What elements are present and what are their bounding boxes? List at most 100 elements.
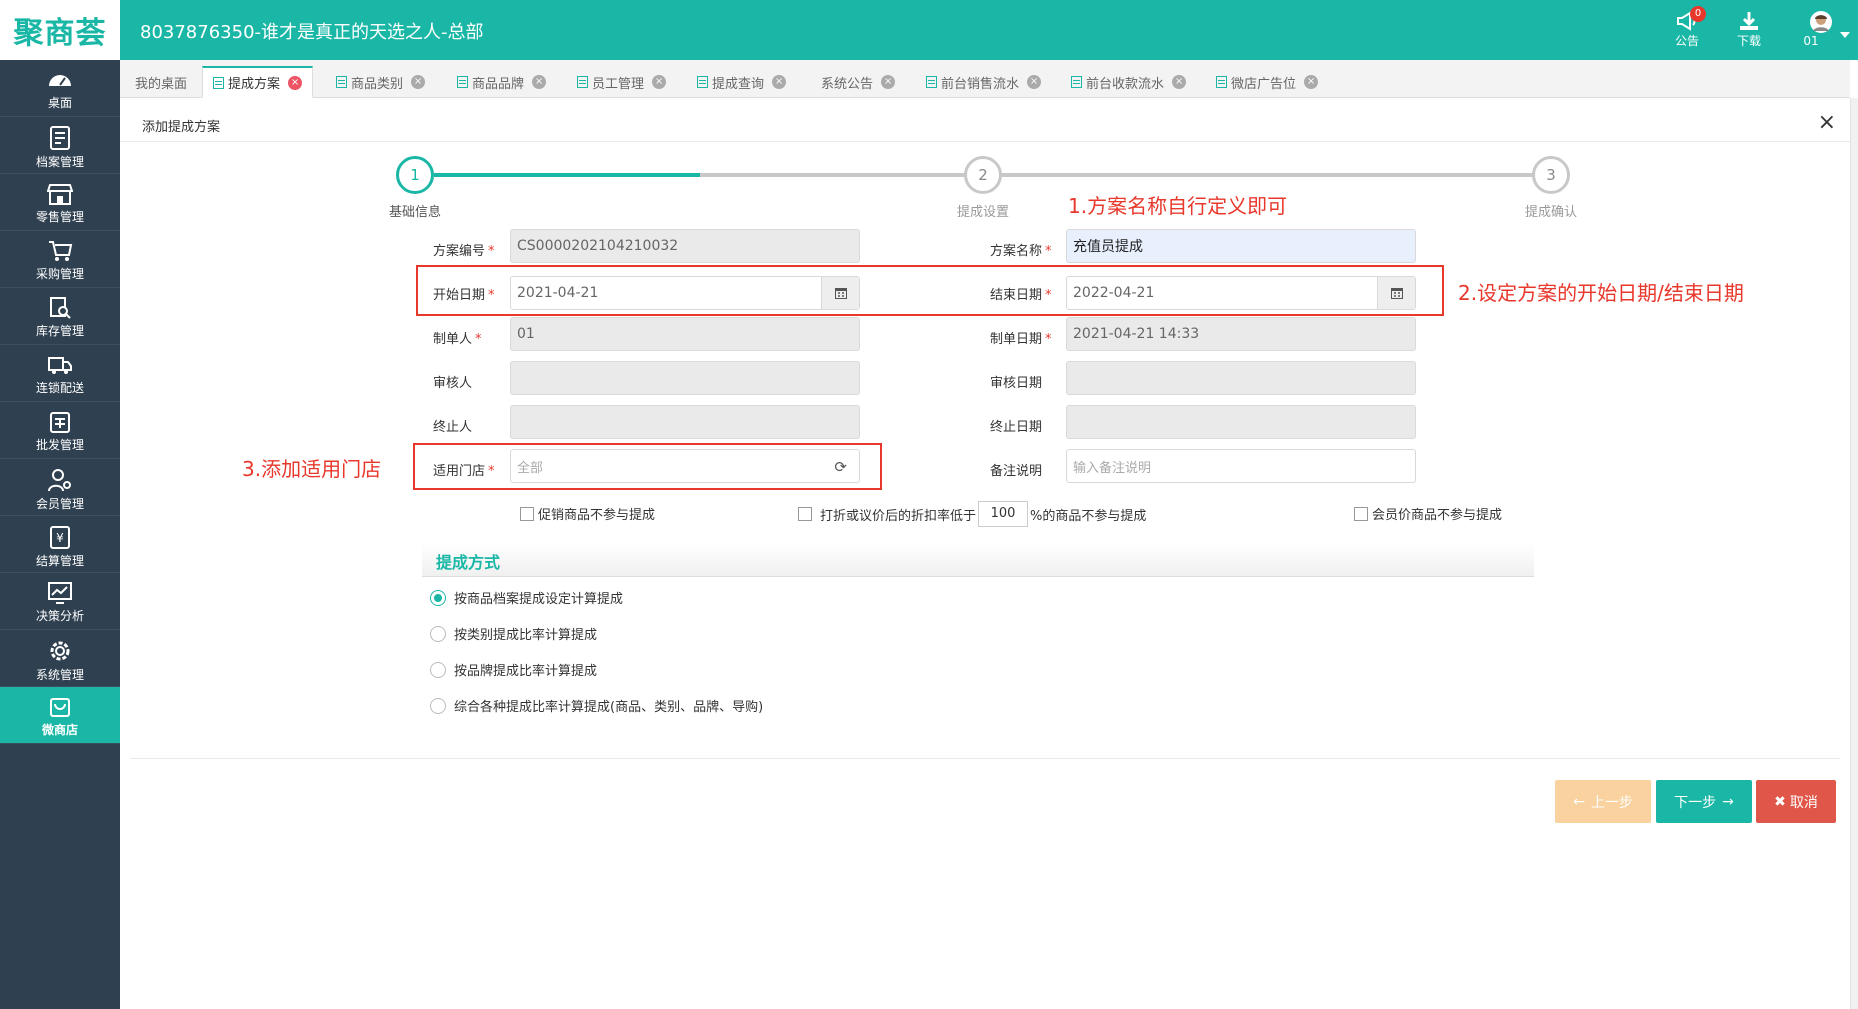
- promo-excluded-checkbox[interactable]: 促销商品不参与提成: [520, 504, 655, 523]
- svg-text:¥: ¥: [56, 531, 64, 545]
- auditor-field: [510, 361, 860, 395]
- notice-label: 公告: [1674, 34, 1699, 48]
- terminate-date-label: 终止日期: [990, 420, 1043, 435]
- close-icon[interactable]: ×: [881, 75, 896, 89]
- auditor-label: 审核人: [433, 376, 473, 391]
- document-icon: [1071, 76, 1082, 88]
- divider: [130, 758, 1840, 759]
- close-icon[interactable]: ×: [411, 75, 426, 89]
- close-icon[interactable]: ×: [1304, 75, 1319, 89]
- close-icon[interactable]: ×: [288, 75, 303, 90]
- scheme-no-field: CS0000202104210032: [510, 229, 860, 263]
- audit-date-field: [1066, 361, 1416, 395]
- user-menu[interactable]: 01: [1786, 8, 1856, 48]
- discount-rate-input[interactable]: 100: [978, 501, 1029, 527]
- radio-icon: [430, 661, 446, 678]
- document-icon: [1216, 76, 1227, 88]
- tab-commission-query[interactable]: 提成查询 ×: [686, 66, 797, 98]
- close-icon[interactable]: ×: [1818, 110, 1836, 135]
- wholesale-icon: [50, 412, 70, 433]
- tab-commission-scheme[interactable]: 提成方案 ×: [202, 66, 314, 98]
- remark-input[interactable]: 输入备注说明: [1066, 449, 1416, 483]
- tab-payment-flow[interactable]: 前台收款流水 ×: [1060, 66, 1197, 98]
- sidebar-item-wholesale[interactable]: 批发管理: [0, 402, 120, 459]
- sidebar-item-retail[interactable]: 零售管理: [0, 174, 120, 231]
- creator-label: 制单人 *: [433, 332, 482, 347]
- tab-staff[interactable]: 员工管理 ×: [566, 66, 677, 98]
- step-1-circle[interactable]: 1: [396, 156, 434, 194]
- close-icon[interactable]: ×: [652, 75, 667, 89]
- prev-step-button[interactable]: ← 上一步: [1555, 780, 1651, 823]
- tab-brand[interactable]: 商品品牌 ×: [446, 66, 557, 98]
- document-icon: [577, 76, 588, 88]
- avatar-icon: [1810, 11, 1832, 33]
- sidebar-item-microshop[interactable]: 微商店: [0, 687, 120, 744]
- step-1-label: 基础信息: [388, 205, 441, 220]
- tab-desktop[interactable]: 我的桌面: [124, 66, 198, 98]
- close-icon[interactable]: ×: [772, 75, 787, 89]
- tab-bar: 我的桌面 提成方案 × 商品类别 × 商品品牌 × 员工管理 × 提成查询 × 系统公告 ×…: [120, 60, 1850, 98]
- step-2-circle[interactable]: 2: [964, 156, 1002, 194]
- close-icon[interactable]: ×: [1172, 75, 1187, 89]
- sidebar-item-archive[interactable]: 档案管理: [0, 117, 120, 174]
- section-title: 提成方式: [422, 543, 1534, 577]
- scheme-name-input[interactable]: 充值员提成: [1066, 229, 1416, 263]
- checkbox-icon: [1354, 506, 1368, 521]
- gear-icon: [50, 641, 70, 661]
- top-header: 聚商荟 8037876350-谁才是真正的天选之人-总部 0 公告 下载 01: [0, 0, 1858, 60]
- sidebar-item-delivery[interactable]: 连锁配送: [0, 345, 120, 402]
- chevron-down-icon: [1840, 32, 1850, 38]
- panel-title: 添加提成方案: [142, 120, 221, 135]
- method-radio-combined[interactable]: 综合各种提成比率计算提成(商品、类别、品牌、导购): [430, 696, 763, 715]
- app-logo[interactable]: 聚商荟: [0, 0, 120, 60]
- tab-sales-flow[interactable]: 前台销售流水 ×: [915, 66, 1052, 98]
- sidebar-item-member[interactable]: 会员管理: [0, 459, 120, 516]
- document-icon: [336, 76, 347, 88]
- sidebar-item-system[interactable]: 系统管理: [0, 630, 120, 687]
- checkbox-icon: [520, 506, 534, 521]
- tab-category[interactable]: 商品类别 ×: [325, 66, 436, 98]
- scheme-no-label: 方案编号 *: [433, 244, 495, 259]
- close-icon[interactable]: ×: [1027, 75, 1042, 89]
- archive-icon: [50, 126, 70, 150]
- method-radio-brand[interactable]: 按品牌提成比率计算提成: [430, 660, 597, 679]
- tab-announcement[interactable]: 系统公告 ×: [810, 66, 906, 98]
- radio-icon: [430, 697, 446, 714]
- method-radio-category[interactable]: 按类别提成比率计算提成: [430, 624, 597, 643]
- annotation-box-store: [413, 443, 882, 490]
- arrow-left-icon: ←: [1573, 793, 1585, 810]
- step-3-circle[interactable]: 3: [1532, 156, 1570, 194]
- yen-icon: ¥: [50, 526, 70, 549]
- step-progress-todo: [700, 173, 1550, 177]
- truck-icon: [48, 357, 72, 374]
- sidebar-item-inventory[interactable]: 库存管理: [0, 288, 120, 345]
- annotation-2: 2.设定方案的开始日期/结束日期: [1458, 281, 1744, 305]
- discount-excluded-checkbox[interactable]: 打折或议价后的折扣率低于 100 %的商品不参与提成: [798, 501, 1146, 527]
- sidebar-item-purchase[interactable]: 采购管理: [0, 231, 120, 288]
- arrow-right-icon: →: [1722, 793, 1734, 810]
- member-icon: [48, 469, 71, 492]
- next-step-button[interactable]: 下一步 →: [1656, 780, 1752, 823]
- document-icon: [213, 76, 224, 89]
- radio-icon: [430, 625, 446, 642]
- cart-icon: [49, 241, 73, 261]
- close-icon[interactable]: ×: [532, 75, 547, 89]
- sidebar-item-desktop[interactable]: 桌面: [0, 60, 120, 117]
- member-price-excluded-checkbox[interactable]: 会员价商品不参与提成: [1354, 504, 1502, 523]
- create-date-label: 制单日期 *: [990, 332, 1052, 347]
- step-progress-done: [434, 173, 700, 177]
- inventory-search-icon: [50, 297, 71, 319]
- remark-label: 备注说明: [990, 464, 1043, 479]
- document-icon: [926, 76, 937, 88]
- sidebar-item-settlement[interactable]: ¥ 结算管理: [0, 516, 120, 573]
- method-radio-product[interactable]: 按商品档案提成设定计算提成: [430, 588, 623, 607]
- sidebar-item-analysis[interactable]: 决策分析: [0, 573, 120, 630]
- cancel-button[interactable]: ✖ 取消: [1756, 780, 1836, 823]
- notice-count-badge: 0: [1690, 6, 1706, 22]
- step-2-label: 提成设置: [956, 205, 1009, 220]
- scrollbar[interactable]: [1850, 98, 1858, 1009]
- close-icon: ✖: [1774, 793, 1786, 810]
- notice-button[interactable]: 0 公告: [1662, 6, 1712, 49]
- tab-ad-slot[interactable]: 微店广告位 ×: [1205, 66, 1329, 98]
- document-icon: [457, 76, 468, 88]
